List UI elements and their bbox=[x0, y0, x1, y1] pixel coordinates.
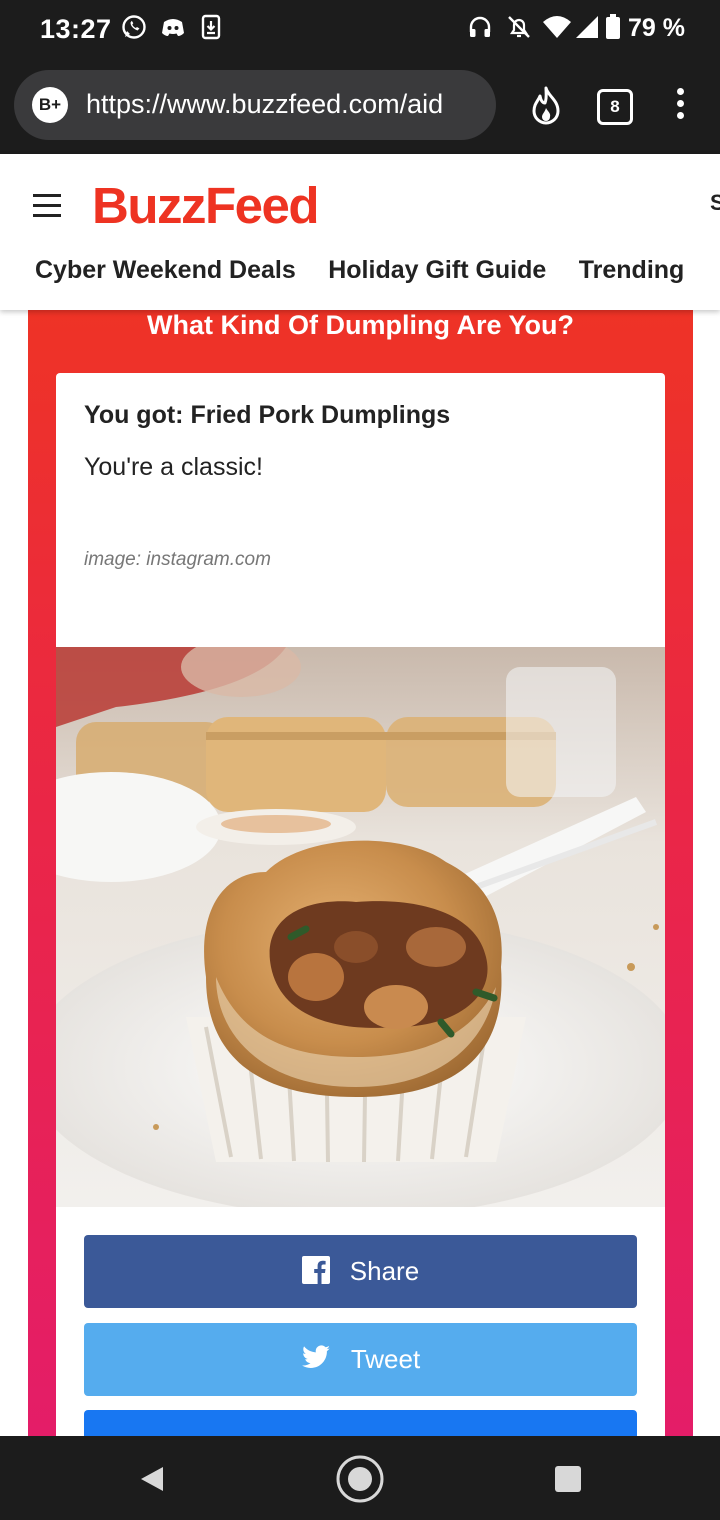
buzzfeed-logo[interactable]: BuzzFeed bbox=[92, 176, 320, 235]
browser-toolbar: B+ https://www.buzzfeed.com/aid 8 bbox=[0, 58, 720, 154]
hamburger-menu-icon[interactable] bbox=[33, 194, 61, 218]
system-navigation-bar bbox=[0, 1436, 720, 1520]
recents-icon[interactable] bbox=[555, 1466, 581, 1492]
signal-icon bbox=[576, 16, 598, 38]
status-time: 13:27 bbox=[40, 14, 112, 44]
nav-link-cyber-weekend-deals[interactable]: Cyber Weekend Deals bbox=[35, 256, 296, 284]
quiz-panel: What Kind Of Dumpling Are You? You got: … bbox=[28, 310, 693, 1483]
image-credit[interactable]: image: instagram.com bbox=[84, 549, 271, 571]
tab-switcher-button[interactable]: 8 bbox=[597, 89, 633, 125]
battery-icon bbox=[606, 14, 620, 39]
download-icon bbox=[201, 14, 221, 40]
battery-percentage: 79 % bbox=[628, 14, 685, 42]
quiz-title: What Kind Of Dumpling Are You? bbox=[147, 310, 574, 340]
discord-icon bbox=[162, 19, 184, 36]
header-cut-text[interactable]: S bbox=[710, 190, 720, 216]
site-nav: Cyber Weekend Deals Holiday Gift Guide T… bbox=[35, 256, 712, 285]
result-description: You're a classic! bbox=[84, 453, 263, 481]
address-bar[interactable]: B+ https://www.buzzfeed.com/aid bbox=[14, 70, 496, 140]
result-heading: You got: Fried Pork Dumplings bbox=[84, 401, 451, 429]
bell-off-icon bbox=[508, 16, 530, 38]
home-icon[interactable] bbox=[335, 1454, 385, 1504]
twitter-share-label: Tweet bbox=[350, 1344, 421, 1374]
facebook-share-label: Share bbox=[349, 1256, 420, 1286]
twitter-icon bbox=[301, 1345, 330, 1369]
dumpling-photo bbox=[56, 647, 665, 1207]
facebook-icon bbox=[301, 1256, 330, 1285]
headphones-icon bbox=[469, 16, 491, 37]
back-icon[interactable] bbox=[138, 1465, 166, 1493]
facebook-share-button[interactable]: Share bbox=[84, 1235, 637, 1308]
whatsapp-icon bbox=[122, 15, 146, 39]
url-text[interactable]: https://www.buzzfeed.com/aid bbox=[86, 89, 481, 123]
nav-link-trending[interactable]: Trending bbox=[579, 256, 685, 284]
result-card: You got: Fried Pork Dumplings You're a c… bbox=[56, 373, 665, 1483]
site-info-badge[interactable]: B+ bbox=[32, 87, 68, 123]
wifi-icon bbox=[543, 16, 571, 38]
twitter-share-button[interactable]: Tweet bbox=[84, 1323, 637, 1396]
more-vert-icon[interactable] bbox=[672, 88, 688, 124]
site-header: BuzzFeed S Cyber Weekend Deals Holiday G… bbox=[0, 154, 720, 310]
fire-icon[interactable] bbox=[528, 86, 564, 126]
nav-link-holiday-gift-guide[interactable]: Holiday Gift Guide bbox=[328, 256, 546, 284]
status-bar: 13:27 79 % bbox=[0, 0, 720, 58]
